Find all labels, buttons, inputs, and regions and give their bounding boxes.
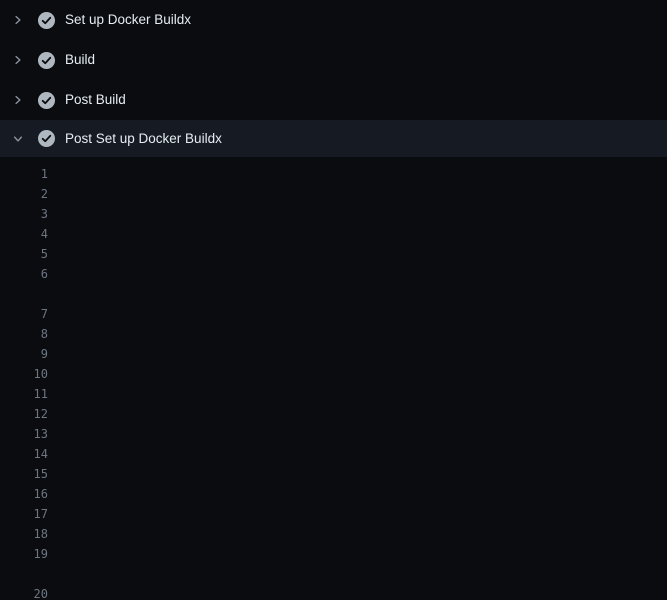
check-circle-icon: [38, 92, 55, 109]
line-number[interactable]: 6: [0, 264, 48, 284]
log-line: 17 time="2021-04-23T18:02:38Z" level=deb…: [0, 504, 667, 524]
line-number[interactable]: 18: [0, 524, 48, 544]
chevron-down-icon: [12, 133, 24, 145]
log-line: 15 time="2021-04-23T18:02:38Z" level=deb…: [0, 464, 667, 484]
log-area: 1 Post job cleanup. 2 ▼BuildKit containe…: [0, 157, 667, 600]
check-circle-icon: [38, 130, 55, 147]
chevron-right-icon: [12, 14, 24, 26]
step-label: Post Set up Docker Buildx: [65, 132, 222, 146]
line-number[interactable]: 4: [0, 224, 48, 244]
step-list: Set up Docker Buildx Build: [0, 0, 667, 157]
step-row[interactable]: Post Build: [0, 80, 667, 120]
log-line: 7 time="2021-04-23T18:02:37Z" level=warn…: [0, 304, 667, 324]
line-number[interactable]: 9: [0, 344, 48, 364]
log-line: 10 time="2021-04-23T18:02:37Z" level=inf…: [0, 364, 667, 384]
log-line: 8 time="2021-04-23T18:02:37Z" level=info…: [0, 324, 667, 344]
line-number[interactable]: 7: [0, 304, 48, 324]
step-label: Set up Docker Buildx: [65, 13, 191, 27]
line-number[interactable]: 17: [0, 504, 48, 524]
line-number[interactable]: 10: [0, 364, 48, 384]
check-circle-icon: [38, 12, 55, 29]
log-line: 13 time="2021-04-23T18:02:38Z" level=deb…: [0, 424, 667, 444]
actions-log-viewer: Set up Docker Buildx Build: [0, 0, 667, 600]
chevron-right-icon: [12, 54, 24, 66]
line-number[interactable]: 14: [0, 444, 48, 464]
line-number[interactable]: 19: [0, 544, 48, 564]
step-label: Post Build: [65, 93, 126, 107]
log-line: 14 time="2021-04-23T18:02:38Z" level=deb…: [0, 444, 667, 464]
line-number[interactable]: 20: [0, 584, 48, 600]
log-line: 5 time="2021-04-23T18:02:37Z" level=warn…: [0, 244, 667, 264]
line-number[interactable]: 2: [0, 184, 48, 204]
line-number[interactable]: 3: [0, 204, 48, 224]
log-line: 12 time="2021-04-23T18:02:38Z" level=deb…: [0, 404, 667, 424]
line-number[interactable]: 15: [0, 464, 48, 484]
line-number[interactable]: 12: [0, 404, 48, 424]
log-line: 9 time="2021-04-23T18:02:37Z" level=warn…: [0, 344, 667, 364]
log-line: linux/riscv64 linux/ppc64le linux/s390x …: [0, 284, 667, 304]
log-line: application/vnd.oci.image.index.v1+json,…: [0, 564, 667, 584]
log-line: 20 time="2021-04-23T18:02:38Z" level=deb…: [0, 584, 667, 600]
log-line: 16 time="2021-04-23T18:02:38Z" level=deb…: [0, 484, 667, 504]
log-line: 18 time="2021-04-23T18:02:38Z" level=deb…: [0, 524, 667, 544]
log-line: 19 time="2021-04-23T18:02:38Z" level=deb…: [0, 544, 667, 564]
line-number[interactable]: 16: [0, 484, 48, 504]
log-line: 4 time="2021-04-23T18:02:37Z" level=info…: [0, 224, 667, 244]
step-row[interactable]: Build: [0, 40, 667, 80]
step-row[interactable]: Set up Docker Buildx: [0, 0, 667, 40]
line-number[interactable]: 13: [0, 424, 48, 444]
check-circle-icon: [38, 52, 55, 69]
log-line: 2 ▼BuildKit container logs: [0, 184, 667, 204]
log-line: 1 Post job cleanup.: [0, 164, 667, 184]
log-line: 11 time="2021-04-23T18:02:38Z" level=deb…: [0, 384, 667, 404]
line-number[interactable]: 5: [0, 244, 48, 264]
chevron-right-icon: [12, 94, 24, 106]
step-label: Build: [65, 53, 95, 67]
log-line: 6 time="2021-04-23T18:02:37Z" level=info…: [0, 264, 667, 284]
line-number[interactable]: 8: [0, 324, 48, 344]
log-line: 3 /usr/bin/docker logs buildx_buildkit_b…: [0, 204, 667, 224]
line-number[interactable]: 11: [0, 384, 48, 404]
step-row[interactable]: Post Set up Docker Buildx: [0, 120, 667, 157]
line-number[interactable]: 1: [0, 164, 48, 184]
